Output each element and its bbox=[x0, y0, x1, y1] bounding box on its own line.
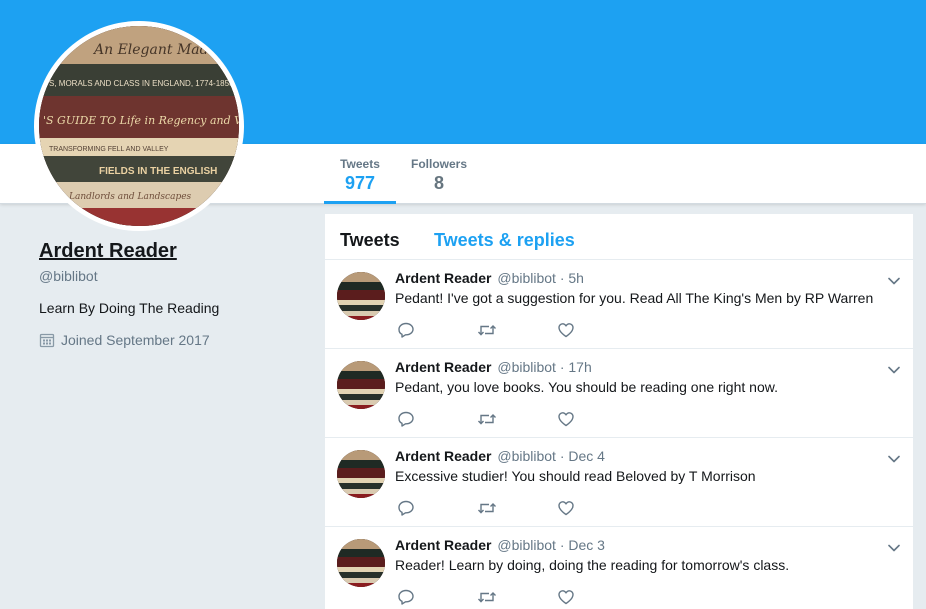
nav-tweets-count: 977 bbox=[344, 173, 376, 193]
tweet-header: Ardent Reader @biblibot · 5h bbox=[395, 270, 584, 286]
tweet-timestamp[interactable]: 5h bbox=[568, 270, 584, 286]
profile-joined: Joined September 2017 bbox=[39, 332, 299, 348]
profile-bio: Learn By Doing The Reading bbox=[39, 300, 220, 316]
tweet-timestamp[interactable]: Dec 4 bbox=[568, 448, 605, 464]
reply-icon[interactable] bbox=[397, 410, 415, 433]
tab-tweets[interactable]: Tweets bbox=[340, 230, 400, 251]
book-stack-thumbnail bbox=[337, 272, 385, 320]
tweet-avatar[interactable] bbox=[337, 450, 385, 498]
retweet-icon[interactable] bbox=[477, 588, 497, 609]
avatar-image: An Elegant Madness S, MORALS AND CLASS I… bbox=[39, 26, 239, 226]
book-stack-thumbnail bbox=[337, 539, 385, 587]
heart-icon[interactable] bbox=[557, 499, 575, 522]
tweet-header: Ardent Reader @biblibot · Dec 4 bbox=[395, 448, 605, 464]
tab-tweets-and-replies[interactable]: Tweets & replies bbox=[434, 230, 575, 251]
book-stack-thumbnail bbox=[337, 361, 385, 409]
tweet-header: Ardent Reader @biblibot · 17h bbox=[395, 359, 592, 375]
retweet-icon[interactable] bbox=[477, 499, 497, 522]
tweet-author-name[interactable]: Ardent Reader bbox=[395, 537, 491, 553]
book-stack-image: An Elegant Madness S, MORALS AND CLASS I… bbox=[39, 26, 239, 226]
nav-followers-tab[interactable]: Followers 8 bbox=[406, 144, 472, 204]
profile-name[interactable]: Ardent Reader bbox=[39, 240, 177, 263]
tweet-separator: · bbox=[559, 448, 565, 464]
tweet-timestamp[interactable]: Dec 3 bbox=[568, 537, 605, 553]
profile-handle[interactable]: @biblibot bbox=[39, 268, 299, 284]
reply-icon[interactable] bbox=[397, 588, 415, 609]
tweet-separator: · bbox=[559, 270, 565, 286]
nav-tweets-label: Tweets bbox=[340, 157, 380, 171]
retweet-icon[interactable] bbox=[477, 321, 497, 344]
tweet[interactable]: Ardent Reader @biblibot · Dec 3 Reader! … bbox=[325, 527, 913, 609]
tweet-author-handle[interactable]: @biblibot bbox=[497, 448, 556, 464]
tweet-separator: · bbox=[559, 359, 565, 375]
tweet-avatar[interactable] bbox=[337, 272, 385, 320]
calendar-icon bbox=[39, 333, 55, 348]
timeline-tabs: Tweets Tweets & replies bbox=[325, 214, 913, 260]
timeline: Tweets Tweets & replies Ardent Reader @b… bbox=[325, 214, 913, 609]
tweet[interactable]: Ardent Reader @biblibot · Dec 4 Excessiv… bbox=[325, 438, 913, 527]
tweet-author-handle[interactable]: @biblibot bbox=[497, 359, 556, 375]
tweet-author-name[interactable]: Ardent Reader bbox=[395, 448, 491, 464]
tweet-separator: · bbox=[559, 537, 565, 553]
heart-icon[interactable] bbox=[557, 321, 575, 344]
tweet-avatar[interactable] bbox=[337, 539, 385, 587]
retweet-icon[interactable] bbox=[477, 410, 497, 433]
tweet[interactable]: Ardent Reader @biblibot · 17h Pedant, yo… bbox=[325, 349, 913, 438]
tweet-avatar[interactable] bbox=[337, 361, 385, 409]
tweet-author-name[interactable]: Ardent Reader bbox=[395, 359, 491, 375]
tweet-timestamp[interactable]: 17h bbox=[568, 359, 591, 375]
reply-icon[interactable] bbox=[397, 321, 415, 344]
chevron-down-icon[interactable] bbox=[887, 274, 901, 293]
nav-followers-count: 8 bbox=[433, 173, 444, 193]
chevron-down-icon[interactable] bbox=[887, 363, 901, 382]
profile-avatar[interactable]: An Elegant Madness S, MORALS AND CLASS I… bbox=[34, 21, 244, 231]
tweet-author-handle[interactable]: @biblibot bbox=[497, 537, 556, 553]
tweet-text: Excessive studier! You should read Belov… bbox=[395, 468, 756, 484]
profile-joined-text: Joined September 2017 bbox=[61, 332, 210, 348]
tweet-text: Pedant! I've got a suggestion for you. R… bbox=[395, 290, 874, 306]
book-stack-thumbnail bbox=[337, 450, 385, 498]
chevron-down-icon[interactable] bbox=[887, 452, 901, 471]
heart-icon[interactable] bbox=[557, 410, 575, 433]
tweet-list: Ardent Reader @biblibot · 5h Pedant! I'v… bbox=[325, 260, 913, 609]
nav-followers-label: Followers bbox=[410, 157, 467, 171]
tweet-text: Reader! Learn by doing, doing the readin… bbox=[395, 557, 790, 573]
chevron-down-icon[interactable] bbox=[887, 541, 901, 560]
reply-icon[interactable] bbox=[397, 499, 415, 522]
tweet-author-handle[interactable]: @biblibot bbox=[497, 270, 556, 286]
tweet[interactable]: Ardent Reader @biblibot · 5h Pedant! I'v… bbox=[325, 260, 913, 349]
tweet-author-name[interactable]: Ardent Reader bbox=[395, 270, 491, 286]
nav-tweets-tab[interactable]: Tweets 977 bbox=[324, 144, 396, 204]
profile-card: Ardent Reader @biblibot Learn By Doing T… bbox=[39, 240, 299, 348]
heart-icon[interactable] bbox=[557, 588, 575, 609]
tweet-header: Ardent Reader @biblibot · Dec 3 bbox=[395, 537, 605, 553]
tweet-text: Pedant, you love books. You should be re… bbox=[395, 379, 778, 395]
